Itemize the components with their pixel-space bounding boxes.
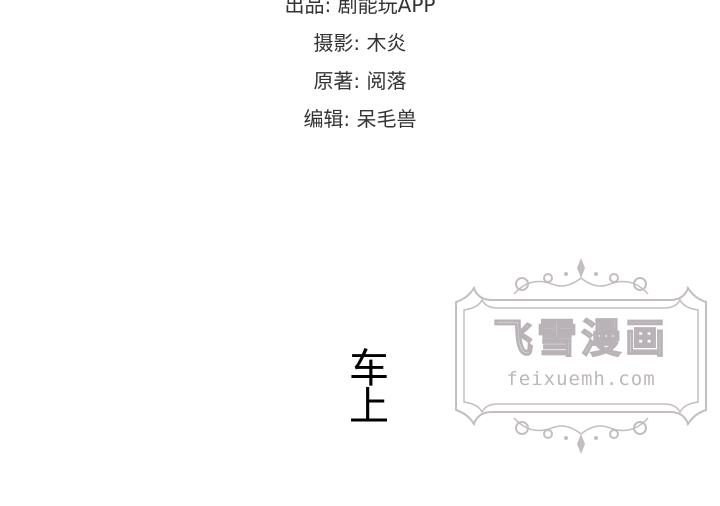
credits-block: 出品: 剧能玩APP 摄影: 木炎 原著: 阅落 编辑: 呆毛兽 [0,0,720,138]
comic-page: 出品: 剧能玩APP 摄影: 木炎 原著: 阅落 编辑: 呆毛兽 车 上 飞雪漫… [0,0,720,506]
watermark-logo: 飞雪漫画 feixuemh.com [448,254,714,458]
credit-producer: 出品: 剧能玩APP [284,0,436,17]
watermark-url: feixuemh.com [506,368,656,390]
credit-original-author: 原著: 阅落 [313,69,407,93]
chapter-title-char-2: 上 [349,384,389,430]
credit-photography: 摄影: 木炎 [313,31,407,55]
watermark-title: 飞雪漫画 [492,315,669,363]
credit-editor: 编辑: 呆毛兽 [303,107,417,131]
chapter-title: 车 上 [346,346,392,430]
chapter-title-char-1: 车 [349,346,389,392]
